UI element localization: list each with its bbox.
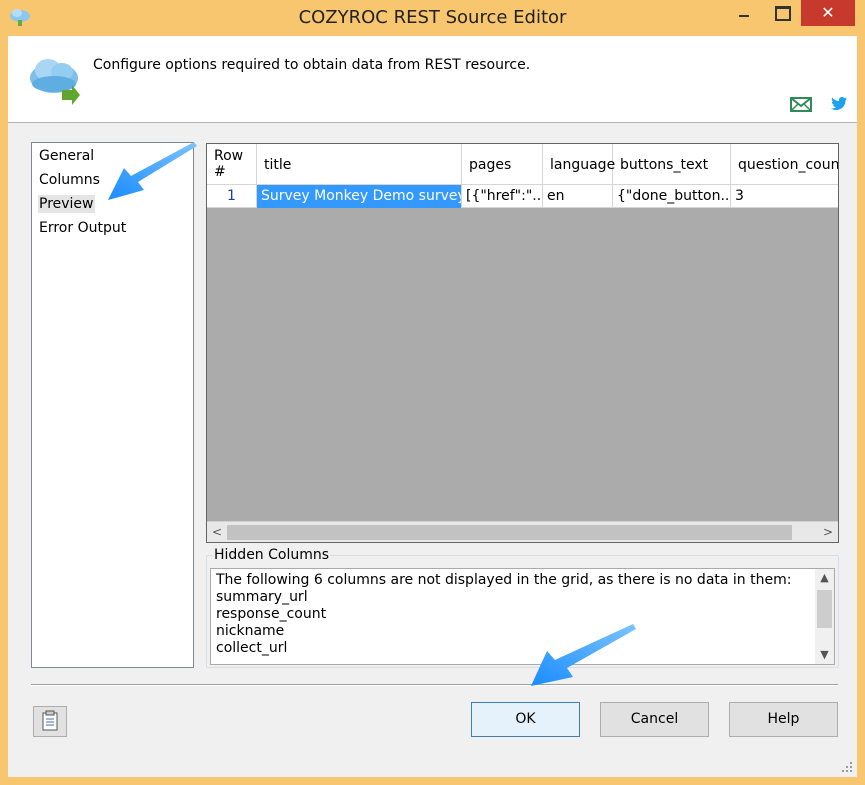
maximize-button[interactable] xyxy=(764,0,798,26)
column-header-label: question_count xyxy=(738,157,839,173)
cloud-arrow-icon xyxy=(30,59,80,105)
hidden-columns-textbox[interactable]: The following 6 columns are not displaye… xyxy=(210,568,835,665)
hidden-columns-group: Hidden Columns The following 6 columns a… xyxy=(206,547,839,668)
column-header-row-number[interactable]: Row # xyxy=(207,144,257,185)
minimize-button[interactable] xyxy=(727,0,761,26)
scrollbar-thumb[interactable] xyxy=(817,590,832,628)
resize-grip-icon[interactable] xyxy=(840,760,854,774)
header-banner: Configure options required to obtain dat… xyxy=(8,36,857,123)
title-bar[interactable]: COZYROC REST Source Editor ✕ xyxy=(0,0,865,36)
hidden-column-item: response_count xyxy=(216,606,327,622)
scroll-left-icon[interactable]: < xyxy=(207,522,227,542)
twitter-icon[interactable] xyxy=(830,96,848,112)
column-header-label: buttons_text xyxy=(620,157,709,173)
vertical-scrollbar[interactable]: ▲ ▼ xyxy=(815,569,834,664)
scroll-right-icon[interactable]: > xyxy=(818,522,838,542)
cancel-button[interactable]: Cancel xyxy=(600,702,709,737)
chevron-up-icon[interactable]: ▲ xyxy=(815,569,834,586)
question-count-cell[interactable]: 3 xyxy=(731,185,838,208)
ok-button[interactable]: OK xyxy=(471,702,580,737)
nav-item-general[interactable]: General xyxy=(38,147,95,165)
preview-grid[interactable]: Row # title pages language buttons_text … xyxy=(206,143,839,543)
column-header-label: language xyxy=(550,157,616,173)
column-header-label: title xyxy=(264,157,292,173)
hidden-columns-message: The following 6 columns are not displaye… xyxy=(216,572,792,588)
title-cell[interactable]: Survey Monkey Demo survey xyxy=(257,185,462,208)
hidden-column-item: collect_url xyxy=(216,640,288,656)
column-header-question-count[interactable]: question_count xyxy=(731,144,839,185)
column-header-label: pages xyxy=(469,157,512,173)
mail-icon[interactable] xyxy=(790,97,812,112)
table-row[interactable]: 1 Survey Monkey Demo survey [{"href":"..… xyxy=(207,185,838,208)
separator xyxy=(31,684,838,686)
pages-cell[interactable]: [{"href":"... xyxy=(462,185,543,208)
dialog-client: Configure options required to obtain dat… xyxy=(8,36,857,777)
chevron-down-icon[interactable]: ▼ xyxy=(815,646,834,663)
nav-item-error-output[interactable]: Error Output xyxy=(38,219,127,237)
help-button[interactable]: Help xyxy=(729,702,838,737)
hidden-columns-text: The following 6 columns are not displaye… xyxy=(216,572,811,657)
buttons-text-cell[interactable]: {"done_button... xyxy=(613,185,731,208)
page-list: General Columns Preview Error Output xyxy=(31,142,194,668)
language-cell[interactable]: en xyxy=(543,185,613,208)
close-icon: ✕ xyxy=(821,3,835,22)
scrollbar-thumb[interactable] xyxy=(227,525,792,540)
hidden-column-item: nickname xyxy=(216,623,285,639)
hidden-columns-label: Hidden Columns xyxy=(213,547,331,563)
column-header-pages[interactable]: pages xyxy=(462,144,543,185)
grid-header: Row # title pages language buttons_text … xyxy=(207,144,839,185)
nav-item-columns[interactable]: Columns xyxy=(38,171,101,189)
clipboard-icon xyxy=(42,710,58,731)
column-header-language[interactable]: language xyxy=(543,144,616,185)
header-description: Configure options required to obtain dat… xyxy=(93,57,531,73)
column-header-label: Row # xyxy=(214,148,244,180)
hidden-column-item: summary_url xyxy=(216,589,308,605)
column-header-title[interactable]: title xyxy=(257,144,462,185)
close-button[interactable]: ✕ xyxy=(801,0,855,26)
row-number-cell[interactable]: 1 xyxy=(207,185,257,208)
copy-button[interactable] xyxy=(33,706,67,737)
column-header-buttons-text[interactable]: buttons_text xyxy=(613,144,731,185)
horizontal-scrollbar[interactable]: < > xyxy=(207,521,838,542)
nav-item-preview[interactable]: Preview xyxy=(38,195,95,213)
dialog-window: COZYROC REST Source Editor ✕ Configure o… xyxy=(0,0,865,785)
